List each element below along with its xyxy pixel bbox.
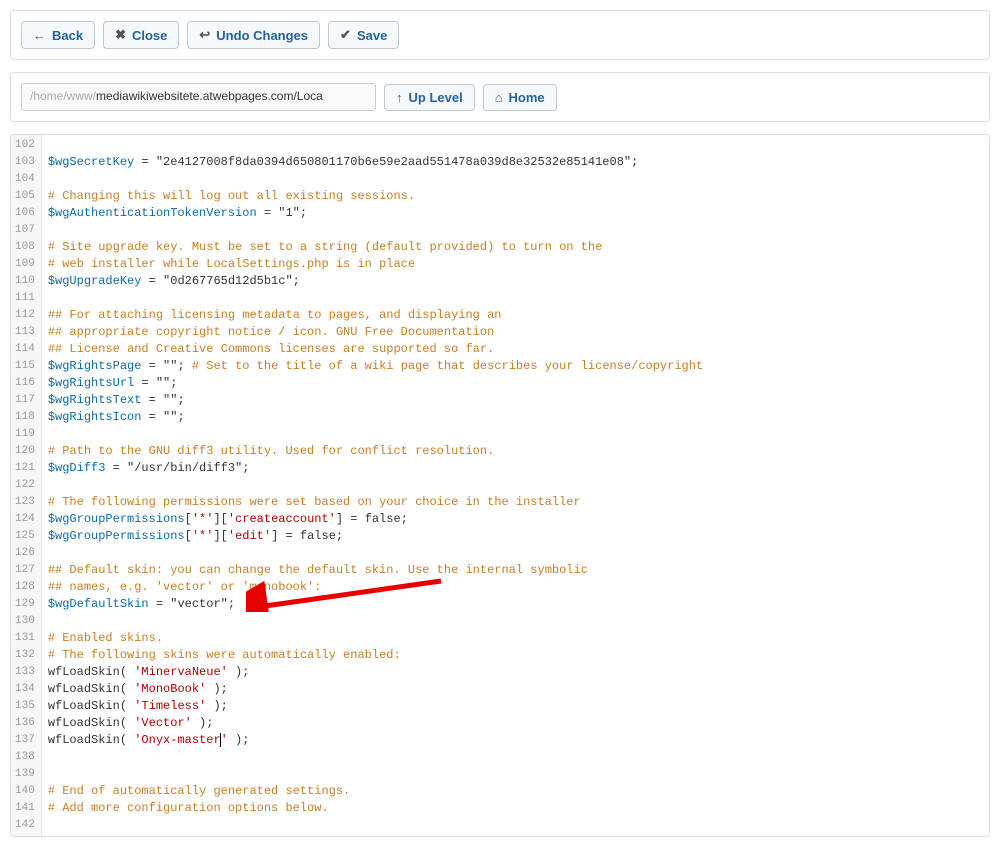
back-button[interactable]: ← Back [21, 21, 95, 49]
path-input[interactable]: /home/www/mediawikiwebsitete.atwebpages.… [21, 83, 376, 111]
path-rest: mediawikiwebsitete.atwebpages.com/Loca [96, 89, 323, 103]
code-line[interactable]: # Path to the GNU diff3 utility. Used fo… [48, 443, 983, 460]
path-panel: /home/www/mediawikiwebsitete.atwebpages.… [10, 72, 990, 122]
code-line[interactable] [48, 426, 983, 443]
up-level-label: Up Level [409, 90, 463, 105]
home-button[interactable]: ⌂ Home [483, 84, 557, 111]
code-line[interactable]: wfLoadSkin( 'Vector' ); [48, 715, 983, 732]
code-line[interactable] [48, 613, 983, 630]
undo-button[interactable]: ↩ Undo Changes [187, 21, 320, 49]
code-line[interactable]: $wgDefaultSkin = "vector"; [48, 596, 983, 613]
code-line[interactable]: ## License and Creative Commons licenses… [48, 341, 983, 358]
path-prefix: /home/www/ [30, 89, 96, 103]
code-line[interactable] [48, 477, 983, 494]
code-line[interactable]: ## appropriate copyright notice / icon. … [48, 324, 983, 341]
arrow-left-icon: ← [33, 28, 46, 43]
code-line[interactable] [48, 290, 983, 307]
code-line[interactable]: $wgRightsIcon = ""; [48, 409, 983, 426]
check-icon: ✔ [340, 27, 351, 43]
code-line[interactable]: ## For attaching licensing metadata to p… [48, 307, 983, 324]
code-line[interactable]: $wgRightsPage = ""; # Set to the title o… [48, 358, 983, 375]
code-line[interactable]: # Enabled skins. [48, 630, 983, 647]
code-line[interactable]: # Site upgrade key. Must be set to a str… [48, 239, 983, 256]
code-line[interactable]: # End of automatically generated setting… [48, 783, 983, 800]
code-line[interactable]: $wgRightsText = ""; [48, 392, 983, 409]
code-line[interactable] [48, 137, 983, 154]
code-line[interactable]: ## names, e.g. 'vector' or 'monobook': [48, 579, 983, 596]
arrow-up-icon: ↑ [396, 90, 403, 105]
undo-icon: ↩ [199, 27, 210, 43]
code-line[interactable]: # web installer while LocalSettings.php … [48, 256, 983, 273]
save-button[interactable]: ✔ Save [328, 21, 399, 49]
top-toolbar-panel: ← Back ✖ Close ↩ Undo Changes ✔ Save [10, 10, 990, 60]
code-line[interactable]: wfLoadSkin( 'Onyx-master' ); [48, 732, 983, 749]
code-line[interactable]: # Add more configuration options below. [48, 800, 983, 817]
code-line[interactable]: wfLoadSkin( 'MinervaNeue' ); [48, 664, 983, 681]
pathbar: /home/www/mediawikiwebsitete.atwebpages.… [11, 73, 989, 121]
code-line[interactable]: wfLoadSkin( 'MonoBook' ); [48, 681, 983, 698]
code-line[interactable]: $wgUpgradeKey = "0d267765d12d5b1c"; [48, 273, 983, 290]
code-line[interactable] [48, 817, 983, 834]
line-number-gutter: 1021031041051061071081091101111121131141… [11, 135, 42, 836]
code-line[interactable]: $wgRightsUrl = ""; [48, 375, 983, 392]
undo-label: Undo Changes [216, 28, 308, 43]
code-line[interactable] [48, 545, 983, 562]
editor-panel: 1021031041051061071081091101111121131141… [10, 134, 990, 837]
code-line[interactable]: # The following permissions were set bas… [48, 494, 983, 511]
code-line[interactable] [48, 766, 983, 783]
code-line[interactable]: $wgSecretKey = "2e4127008f8da0394d650801… [48, 154, 983, 171]
code-line[interactable]: # The following skins were automatically… [48, 647, 983, 664]
close-label: Close [132, 28, 167, 43]
code-line[interactable]: ## Default skin: you can change the defa… [48, 562, 983, 579]
save-label: Save [357, 28, 387, 43]
home-icon: ⌂ [495, 90, 503, 105]
code-area[interactable]: $wgSecretKey = "2e4127008f8da0394d650801… [42, 135, 989, 836]
code-editor[interactable]: 1021031041051061071081091101111121131141… [11, 135, 989, 836]
code-line[interactable]: $wgAuthenticationTokenVersion = "1"; [48, 205, 983, 222]
back-label: Back [52, 28, 83, 43]
code-line[interactable]: $wgGroupPermissions['*']['edit'] = false… [48, 528, 983, 545]
code-line[interactable]: # Changing this will log out all existin… [48, 188, 983, 205]
toolbar: ← Back ✖ Close ↩ Undo Changes ✔ Save [11, 11, 989, 59]
code-line[interactable] [48, 749, 983, 766]
home-label: Home [509, 90, 545, 105]
code-line[interactable] [48, 222, 983, 239]
close-icon: ✖ [115, 27, 126, 43]
code-line[interactable]: $wgDiff3 = "/usr/bin/diff3"; [48, 460, 983, 477]
code-line[interactable]: $wgGroupPermissions['*']['createaccount'… [48, 511, 983, 528]
close-button[interactable]: ✖ Close [103, 21, 179, 49]
code-line[interactable]: wfLoadSkin( 'Timeless' ); [48, 698, 983, 715]
up-level-button[interactable]: ↑ Up Level [384, 84, 475, 111]
code-line[interactable] [48, 171, 983, 188]
